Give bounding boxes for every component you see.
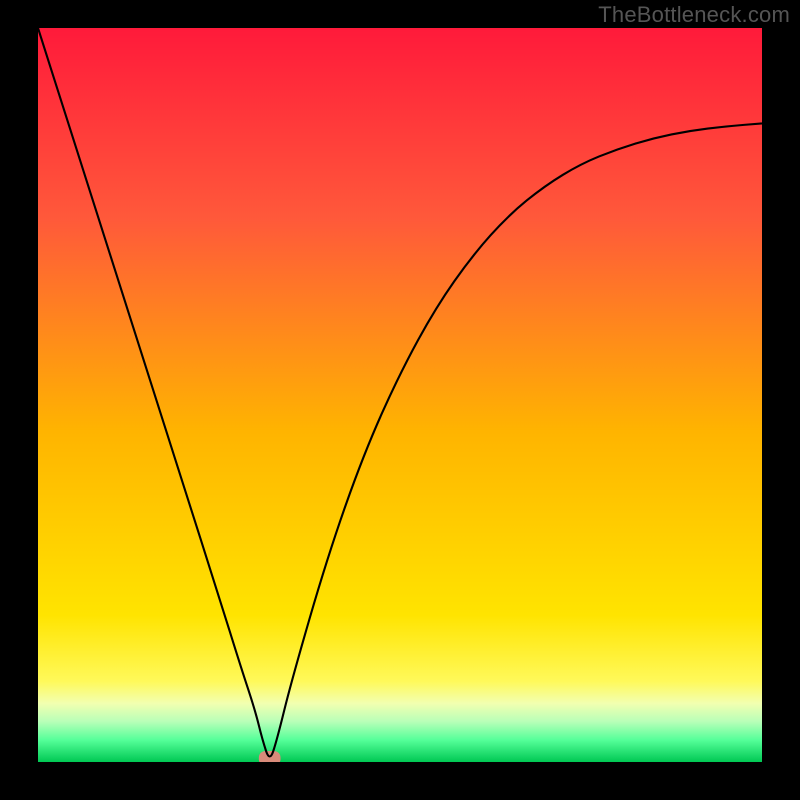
chart-frame: TheBottleneck.com <box>0 0 800 800</box>
attribution-label: TheBottleneck.com <box>598 2 790 28</box>
chart-svg <box>38 28 762 762</box>
plot-area <box>38 28 762 762</box>
